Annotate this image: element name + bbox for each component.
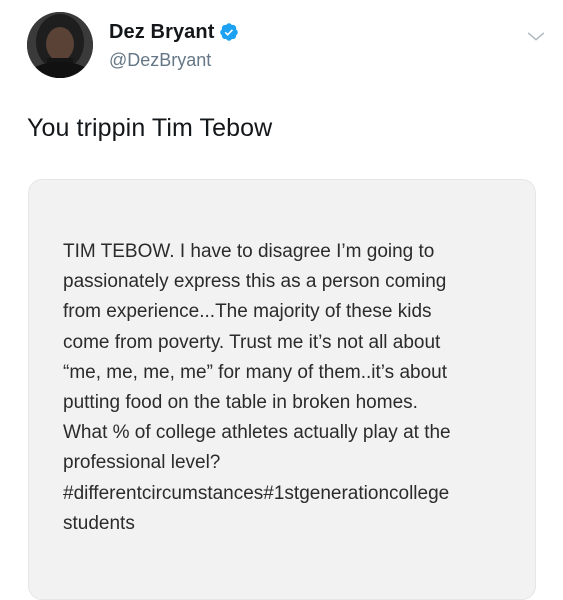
verified-badge-icon <box>220 23 239 41</box>
tweet-media-image[interactable]: TIM TEBOW. I have to disagree I’m going … <box>28 179 536 600</box>
tweet-text: You trippin Tim Tebow <box>27 114 273 142</box>
media-text: TIM TEBOW. I have to disagree I’m going … <box>63 241 451 534</box>
author-handle[interactable]: @DezBryant <box>109 50 239 71</box>
chevron-down-icon[interactable] <box>525 26 547 48</box>
avatar-photo <box>27 12 93 78</box>
avatar[interactable] <box>27 12 93 78</box>
display-name[interactable]: Dez Bryant <box>109 21 214 44</box>
tweet-header: Dez Bryant @DezBryant <box>27 12 547 78</box>
author-names: Dez Bryant @DezBryant <box>109 20 239 71</box>
tweet: Dez Bryant @DezBryant You trippin Tim Te… <box>0 0 563 600</box>
display-name-row: Dez Bryant <box>109 20 239 44</box>
